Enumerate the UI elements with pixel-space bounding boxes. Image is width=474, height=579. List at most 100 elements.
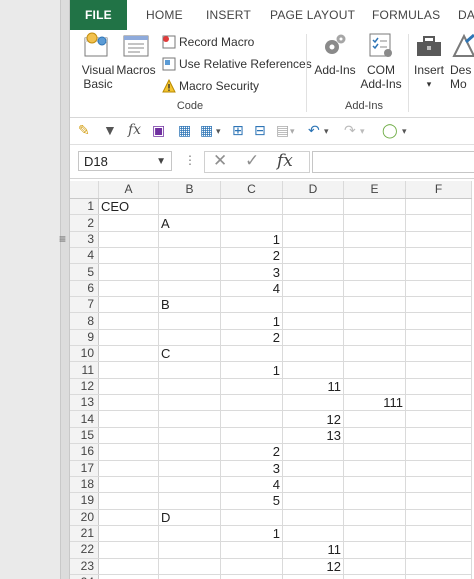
cell-B[interactable]: A <box>158 214 221 232</box>
cell-C[interactable]: 1 <box>220 525 283 543</box>
cell-F[interactable] <box>405 345 472 363</box>
cell-F[interactable] <box>405 410 472 428</box>
cell-B[interactable] <box>158 329 221 347</box>
cell-C[interactable]: 3 <box>220 263 283 281</box>
cell-B[interactable] <box>158 525 221 543</box>
cell-F[interactable] <box>405 443 472 461</box>
cell-D[interactable] <box>282 443 344 461</box>
cell-D[interactable] <box>282 574 344 579</box>
cell-C[interactable]: 1 <box>220 312 283 330</box>
row-header[interactable]: 7 <box>70 296 99 314</box>
undo-icon[interactable]: ↶ <box>308 122 320 139</box>
chevron-down-icon[interactable]: ▼ <box>156 152 166 172</box>
cell-C[interactable] <box>220 214 283 232</box>
cell-F[interactable] <box>405 247 472 265</box>
cell-A[interactable] <box>98 427 159 445</box>
cell-B[interactable] <box>158 427 221 445</box>
cell-B[interactable] <box>158 198 221 216</box>
row-header[interactable]: 3 <box>70 231 99 249</box>
cell-F[interactable] <box>405 558 472 575</box>
tab-formulas[interactable]: FORMULAS <box>362 0 450 30</box>
cell-D[interactable]: 13 <box>282 427 344 445</box>
cell-A[interactable] <box>98 378 159 396</box>
cell-D[interactable] <box>282 296 344 314</box>
macro-security-button[interactable]: Macro Security <box>162 76 259 96</box>
cell-C[interactable]: 2 <box>220 247 283 265</box>
cell-F[interactable] <box>405 214 472 232</box>
cell-A[interactable] <box>98 263 159 281</box>
cell-E[interactable] <box>343 214 406 232</box>
cell-E[interactable] <box>343 247 406 265</box>
format-painter-icon[interactable]: ✎ <box>78 122 90 139</box>
row-header[interactable]: 13 <box>70 394 99 412</box>
row-header[interactable]: 18 <box>70 476 99 494</box>
design-mode-button[interactable]: Des Mo <box>450 32 474 91</box>
cell-E[interactable] <box>343 198 406 216</box>
cell-E[interactable] <box>343 509 406 526</box>
column-header[interactable]: A <box>98 181 159 199</box>
relative-references-button[interactable]: Use Relative References <box>162 54 312 74</box>
cell-C[interactable] <box>220 558 283 575</box>
cell-A[interactable] <box>98 361 159 379</box>
row-header[interactable]: 10 <box>70 345 99 363</box>
cell-E[interactable] <box>343 476 406 494</box>
cell-E[interactable] <box>343 460 406 477</box>
tab-page-layout[interactable]: PAGE LAYOUT <box>260 0 365 30</box>
row-header[interactable]: 11 <box>70 361 99 379</box>
row-header[interactable]: 6 <box>70 280 99 298</box>
cell-C[interactable] <box>220 394 283 412</box>
cell-C[interactable]: 4 <box>220 476 283 494</box>
row-header[interactable]: 15 <box>70 427 99 445</box>
column-header[interactable]: B <box>158 181 221 199</box>
cell-B[interactable] <box>158 558 221 575</box>
cell-A[interactable] <box>98 247 159 265</box>
cell-F[interactable] <box>405 280 472 298</box>
cell-A[interactable] <box>98 509 159 526</box>
cell-C[interactable]: 1 <box>220 231 283 249</box>
cell-D[interactable] <box>282 492 344 510</box>
cell-C[interactable] <box>220 410 283 428</box>
cell-B[interactable] <box>158 394 221 412</box>
cell-B[interactable] <box>158 574 221 579</box>
enter-icon[interactable]: ✓ <box>245 151 259 171</box>
cell-F[interactable] <box>405 427 472 445</box>
cell-B[interactable] <box>158 443 221 461</box>
cell-B[interactable] <box>158 263 221 281</box>
row-header[interactable]: 20 <box>70 509 99 526</box>
cell-E[interactable] <box>343 329 406 347</box>
cell-E[interactable] <box>343 263 406 281</box>
tab-home[interactable]: HOME <box>136 0 193 30</box>
name-box[interactable]: D18 ▼ <box>78 151 172 171</box>
cell-E[interactable] <box>343 541 406 559</box>
cell-E[interactable] <box>343 558 406 575</box>
row-header[interactable]: 21 <box>70 525 99 543</box>
cell-A[interactable] <box>98 460 159 477</box>
cell-B[interactable] <box>158 378 221 396</box>
splitter-grip-icon[interactable]: ≡ <box>59 232 66 246</box>
cancel-icon[interactable]: ✕ <box>213 151 227 171</box>
cell-F[interactable] <box>405 198 472 216</box>
visual-basic-button[interactable]: Visual Basic <box>76 32 120 91</box>
cell-A[interactable] <box>98 443 159 461</box>
row-header[interactable]: 4 <box>70 247 99 265</box>
select-all-corner[interactable] <box>70 181 99 199</box>
tab-file[interactable]: FILE <box>70 0 127 30</box>
cell-D[interactable] <box>282 476 344 494</box>
cell-C[interactable] <box>220 296 283 314</box>
column-header[interactable]: E <box>343 181 406 199</box>
addins-button[interactable]: Add-Ins <box>312 32 358 77</box>
more-icon[interactable]: ⋮ <box>184 153 196 167</box>
record-macro-button[interactable]: Record Macro <box>162 32 254 52</box>
cell-D[interactable] <box>282 263 344 281</box>
cell-B[interactable] <box>158 460 221 477</box>
cell-E[interactable] <box>343 492 406 510</box>
cell-F[interactable] <box>405 312 472 330</box>
circle-icon[interactable]: ◯ <box>382 122 398 139</box>
save-icon[interactable]: ▣ <box>152 122 165 139</box>
cell-F[interactable] <box>405 509 472 526</box>
cell-E[interactable] <box>343 378 406 396</box>
cell-A[interactable] <box>98 541 159 559</box>
cell-F[interactable] <box>405 296 472 314</box>
cell-D[interactable]: 12 <box>282 558 344 575</box>
cell-C[interactable]: 5 <box>220 492 283 510</box>
